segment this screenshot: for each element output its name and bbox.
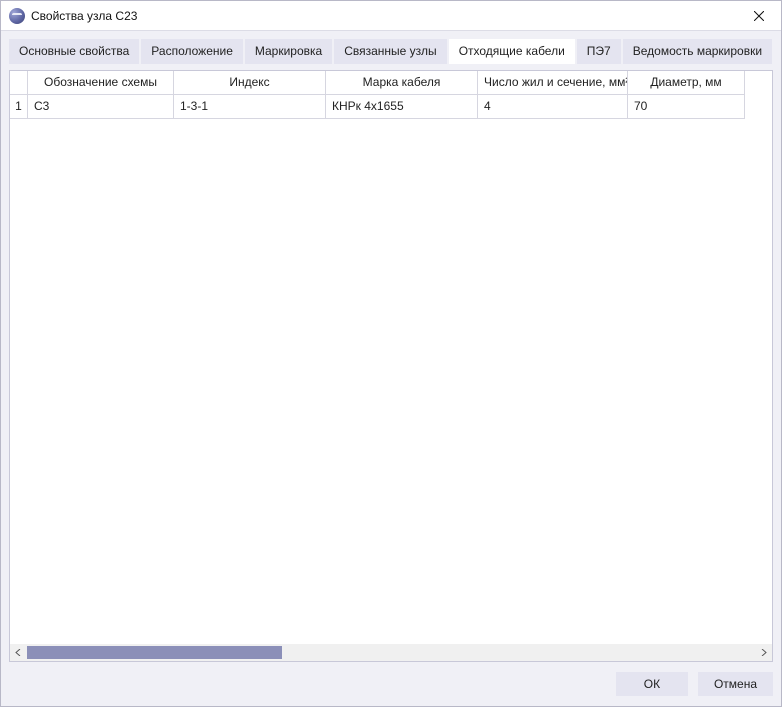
- cell-scheme[interactable]: C3: [28, 95, 174, 119]
- scroll-thumb[interactable]: [27, 646, 282, 659]
- tab-linked-nodes[interactable]: Связанные узлы: [334, 39, 446, 64]
- dialog-footer: ОК Отмена: [9, 662, 773, 696]
- grid-corner: [10, 71, 28, 95]
- cancel-button[interactable]: Отмена: [698, 672, 773, 696]
- ok-button[interactable]: ОК: [616, 672, 688, 696]
- tab-bar: Основные свойства Расположение Маркировк…: [9, 39, 773, 64]
- dialog-body: Основные свойства Расположение Маркировк…: [1, 31, 781, 706]
- tab-location[interactable]: Расположение: [141, 39, 243, 64]
- chevron-left-icon: [15, 649, 22, 656]
- titlebar: Свойства узла C23: [1, 1, 781, 31]
- window-title: Свойства узла C23: [31, 9, 737, 23]
- dialog-window: Свойства узла C23 Основные свойства Расп…: [0, 0, 782, 707]
- col-header-diameter[interactable]: Диаметр, мм: [628, 71, 745, 95]
- cell-cable-type[interactable]: КНРк 4x1655: [326, 95, 478, 119]
- tab-main-properties[interactable]: Основные свойства: [9, 39, 139, 64]
- col-header-index[interactable]: Индекс: [174, 71, 326, 95]
- tab-marking-list[interactable]: Ведомость маркировки: [623, 39, 772, 64]
- grid-container: Обозначение схемы Индекс Марка кабеля Чи…: [9, 70, 773, 662]
- chevron-right-icon: [760, 649, 767, 656]
- row-number[interactable]: 1: [10, 95, 28, 119]
- cell-diameter[interactable]: 70: [628, 95, 745, 119]
- app-icon: [9, 8, 25, 24]
- close-button[interactable]: [737, 1, 781, 31]
- cell-cores-section[interactable]: 4: [478, 95, 628, 119]
- scroll-right-button[interactable]: [755, 644, 772, 661]
- scroll-left-button[interactable]: [10, 644, 27, 661]
- horizontal-scrollbar[interactable]: [10, 644, 772, 661]
- tab-pe7[interactable]: ПЭ7: [577, 39, 621, 64]
- cell-index[interactable]: 1-3-1: [174, 95, 326, 119]
- close-icon: [754, 11, 764, 21]
- col-header-cores-section[interactable]: Число жил и сечение, мм²: [478, 71, 628, 95]
- col-header-scheme[interactable]: Обозначение схемы: [28, 71, 174, 95]
- tab-outgoing-cables[interactable]: Отходящие кабели: [449, 39, 575, 64]
- tab-marking[interactable]: Маркировка: [245, 39, 332, 64]
- col-header-cable-type[interactable]: Марка кабеля: [326, 71, 478, 95]
- data-grid: Обозначение схемы Индекс Марка кабеля Чи…: [10, 71, 745, 119]
- scroll-track[interactable]: [27, 644, 755, 661]
